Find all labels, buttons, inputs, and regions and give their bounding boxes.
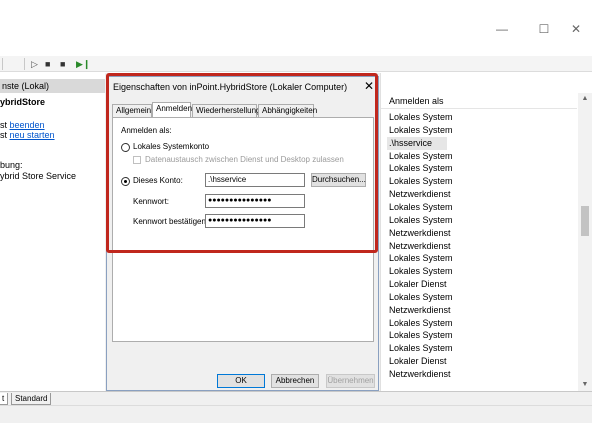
status-bar <box>0 405 592 423</box>
local-system-label: Lokales Systemkonto <box>133 142 210 151</box>
service-name: ybridStore <box>0 97 46 107</box>
list-item[interactable]: Netzwerkdienst <box>389 368 451 381</box>
tab-standard[interactable]: Standard <box>11 393 52 405</box>
service-detail-pane: nste (Lokal) ybridStore st beenden st ne… <box>0 73 105 391</box>
list-item[interactable]: Netzwerkdienst <box>389 304 451 317</box>
start-service-icon[interactable]: ▷ <box>31 59 38 69</box>
tab-dependencies[interactable]: Abhängigkeiten <box>258 104 317 117</box>
restart-service-icon[interactable]: ▶❙ <box>76 59 90 69</box>
view-tabs: t Standard <box>0 391 592 405</box>
logon-tab-panel: Anmelden als: Lokales Systemkonto Datena… <box>112 117 374 342</box>
tab-general[interactable]: Allgemein <box>112 104 152 117</box>
scroll-down-icon[interactable]: ▼ <box>578 379 592 391</box>
restart-action-line: st neu starten <box>0 130 55 140</box>
list-item[interactable]: Lokales System <box>389 342 453 355</box>
desktop-interact-label: Datenaustausch zwischen Dienst und Deskt… <box>145 155 344 164</box>
list-item[interactable]: Lokales System <box>389 329 453 342</box>
password-label: Kennwort: <box>133 197 170 206</box>
stop-action-prefix: st <box>0 120 10 130</box>
stop-service-link[interactable]: beenden <box>10 120 45 130</box>
list-item[interactable]: Lokaler Dienst <box>389 278 447 291</box>
ok-button[interactable]: OK <box>217 374 265 388</box>
scroll-thumb[interactable] <box>581 206 589 236</box>
tab-logon[interactable]: Anmelden <box>152 102 192 117</box>
minimize-icon[interactable]: — <box>492 20 512 38</box>
list-item[interactable]: Lokales System <box>389 252 453 265</box>
local-system-radio[interactable] <box>121 143 130 152</box>
list-item[interactable]: Lokales System <box>389 124 453 137</box>
list-item[interactable]: Lokales System <box>389 291 453 304</box>
this-account-label: Dieses Konto: <box>133 176 183 185</box>
restart-service-link[interactable]: neu starten <box>10 130 55 140</box>
password-field[interactable]: ●●●●●●●●●●●●●●● <box>205 194 305 208</box>
account-field[interactable]: .\hsservice <box>205 173 305 187</box>
logon-as-label: Anmelden als: <box>121 126 172 135</box>
list-item[interactable]: Lokales System <box>389 265 453 278</box>
column-header-logon-as[interactable]: Anmelden als <box>381 93 577 109</box>
dialog-title: Eigenschaften von inPoint.HybridStore (L… <box>113 82 348 92</box>
stop-service-icon[interactable]: ■ <box>45 59 50 69</box>
toolbar: ▷ ■ ■ ▶❙ <box>0 56 592 72</box>
cancel-button[interactable]: Abbrechen <box>271 374 319 388</box>
dialog-close-icon[interactable]: ✕ <box>364 79 374 93</box>
desktop-interact-checkbox[interactable] <box>133 156 141 164</box>
list-item[interactable]: Lokales System <box>389 175 453 188</box>
stop-action-line: st beenden <box>0 120 45 130</box>
pane-header: nste (Lokal) <box>0 79 105 93</box>
restart-action-prefix: st <box>0 130 10 140</box>
list-item[interactable]: Lokales System <box>389 162 453 175</box>
window-titlebar: — ☐ ✕ <box>0 0 592 56</box>
list-item[interactable]: Lokales System <box>389 150 453 163</box>
confirm-password-label: Kennwort bestätigen: <box>133 217 209 226</box>
list-item[interactable]: Lokales System <box>389 214 453 227</box>
properties-dialog: Eigenschaften von inPoint.HybridStore (L… <box>106 76 379 391</box>
list-item[interactable]: Netzwerkdienst <box>389 188 451 201</box>
this-account-radio[interactable] <box>121 177 130 186</box>
apply-button[interactable]: Übernehmen <box>326 374 375 388</box>
confirm-password-field[interactable]: ●●●●●●●●●●●●●●● <box>205 214 305 228</box>
list-item[interactable]: Lokales System <box>389 317 453 330</box>
toolbar-separator <box>24 58 25 70</box>
list-item[interactable]: .\hsservice <box>387 136 447 150</box>
pause-service-icon[interactable]: ■ <box>60 59 65 69</box>
list-item[interactable]: Lokales System <box>389 201 453 214</box>
tab-recovery[interactable]: Wiederherstellung <box>192 104 260 117</box>
toolbar-separator <box>2 58 3 70</box>
list-item[interactable]: Netzwerkdienst <box>389 227 451 240</box>
scroll-up-icon[interactable]: ▲ <box>578 93 592 105</box>
list-item[interactable]: Lokales System <box>389 111 453 124</box>
list-item[interactable]: Netzwerkdienst <box>389 240 451 253</box>
maximize-icon[interactable]: ☐ <box>534 20 554 38</box>
services-list: Anmelden als Lokales System Lokales Syste… <box>380 73 592 391</box>
description-value: ybrid Store Service <box>0 171 77 181</box>
browse-button[interactable]: Durchsuchen... <box>311 173 366 187</box>
list-item[interactable]: Lokaler Dienst <box>389 355 447 368</box>
close-icon[interactable]: ✕ <box>566 20 586 38</box>
tab-extended[interactable]: t <box>0 393 9 405</box>
vertical-scrollbar[interactable]: ▲ ▼ <box>578 93 592 391</box>
description-label: bung: <box>0 160 23 170</box>
